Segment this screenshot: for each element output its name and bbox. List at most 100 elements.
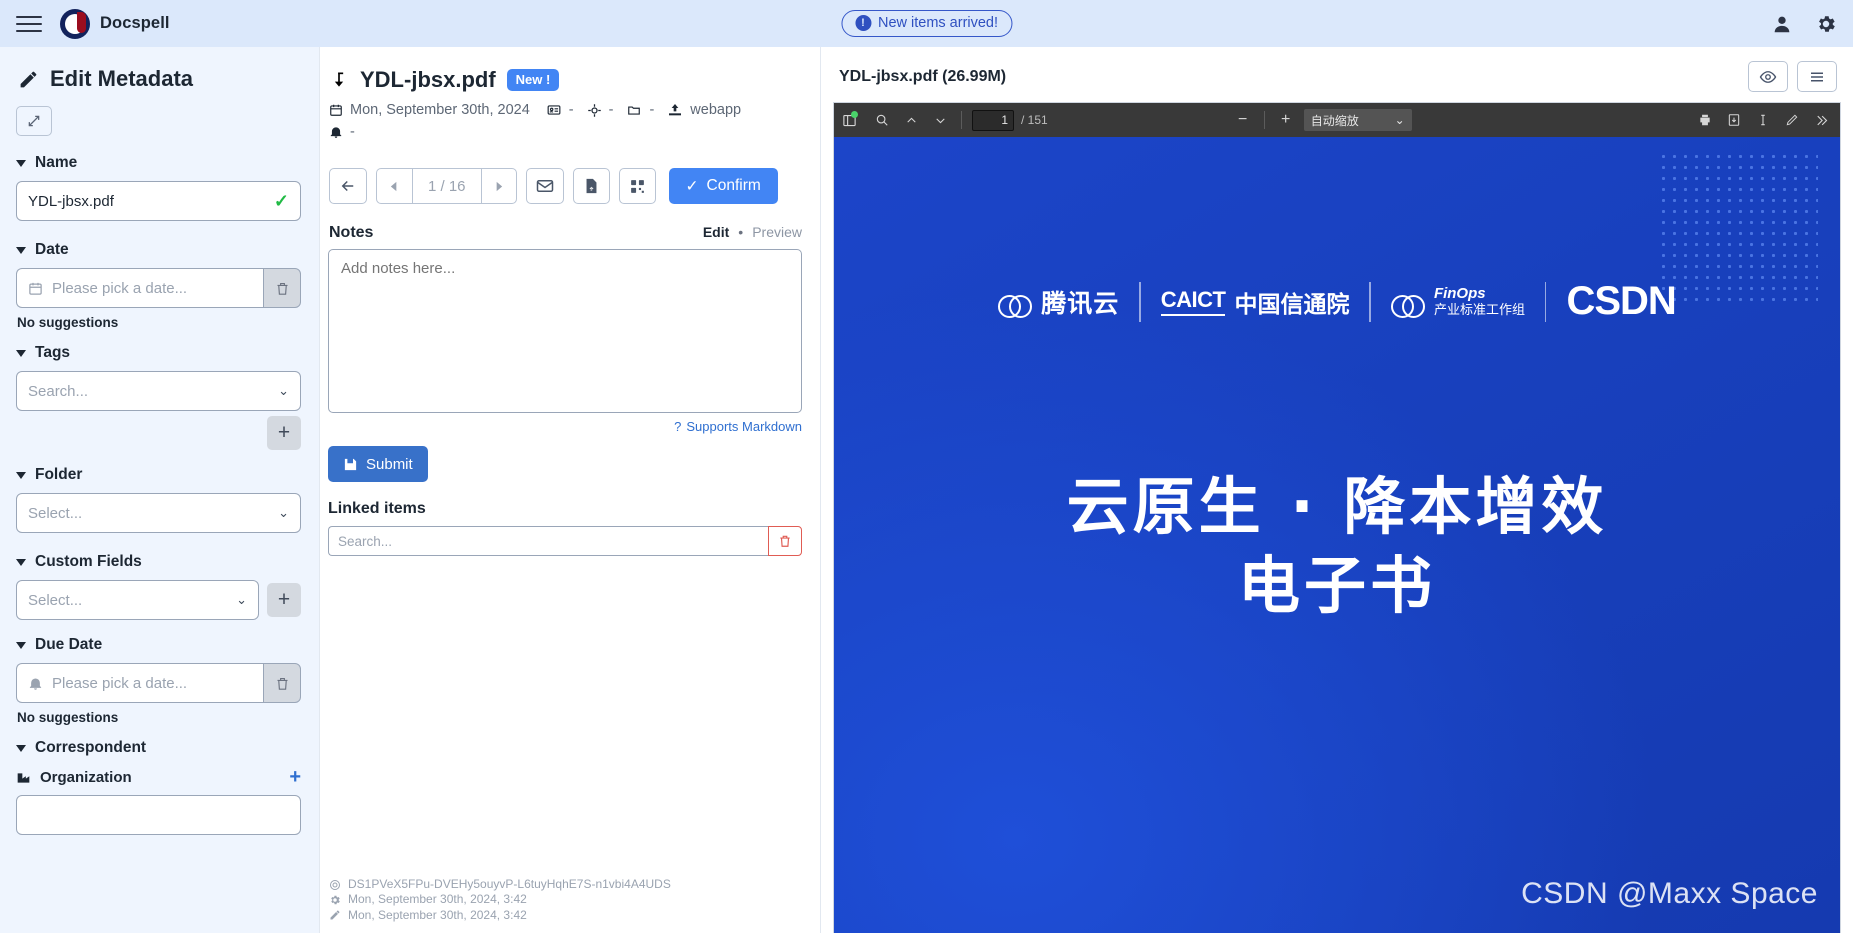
docspell-logo-icon <box>60 8 90 39</box>
next-page-button[interactable] <box>480 168 517 204</box>
name-value: YDL-jbsx.pdf <box>28 192 114 210</box>
date-clear-trash-icon[interactable] <box>263 268 301 308</box>
date-input[interactable]: Please pick a date... <box>16 268 263 308</box>
qr-code-button[interactable] <box>618 168 656 204</box>
add-tag-button[interactable]: + <box>267 416 301 450</box>
sidebar-section-correspondent[interactable]: Correspondent <box>16 739 301 757</box>
section-label-name: Name <box>35 154 78 171</box>
tab-edit[interactable]: Edit <box>703 224 729 240</box>
footer-item-id: DS1PVeX5FPu-DVEHy5ouyvP-L6tuyHqhE7S-n1vb… <box>348 876 671 891</box>
sidebar-section-custom-fields[interactable]: Custom Fields <box>16 553 301 571</box>
submit-label: Submit <box>366 455 413 473</box>
sidebar-section-date[interactable]: Date <box>16 241 301 259</box>
submit-button[interactable]: Submit <box>328 446 428 482</box>
pdf-toolbar: 1 / 151 − + 自动缩放 ⌄ <box>834 103 1840 137</box>
add-organization-button[interactable]: + <box>289 766 301 789</box>
expand-icon[interactable] <box>16 106 52 136</box>
mail-button[interactable] <box>525 168 564 204</box>
linked-items-delete-button[interactable] <box>768 526 802 556</box>
upload-icon <box>667 102 683 118</box>
attachment-upload-button[interactable] <box>572 168 610 204</box>
date-no-suggestions: No suggestions <box>17 315 119 330</box>
hamburger-icon[interactable] <box>16 11 42 37</box>
caret-down-icon <box>16 641 26 649</box>
brand[interactable]: Docspell <box>60 8 170 39</box>
confirm-button[interactable]: ✓ Confirm <box>668 168 778 204</box>
zoom-in-icon[interactable]: + <box>1275 109 1297 131</box>
double-chevron-right-icon[interactable] <box>1810 109 1832 131</box>
tab-separator: • <box>738 224 744 240</box>
download-arrow-icon[interactable] <box>329 69 349 91</box>
folder-select[interactable]: Select... ⌄ <box>16 493 301 533</box>
chevron-up-icon[interactable] <box>900 109 922 131</box>
user-icon[interactable] <box>1771 13 1793 35</box>
add-custom-field-button[interactable]: + <box>267 583 301 617</box>
footer-updated-row: Mon, September 30th, 2024, 3:42 <box>329 908 671 923</box>
sidebar-section-due-date[interactable]: Due Date <box>16 636 301 654</box>
search-icon[interactable] <box>871 109 893 131</box>
eye-icon[interactable] <box>1748 61 1788 92</box>
new-items-notification[interactable]: ! New items arrived! <box>840 10 1013 37</box>
tags-search-input[interactable]: Search... ⌄ <box>16 371 301 411</box>
organization-row: Organization + <box>16 766 301 789</box>
name-input[interactable]: YDL-jbsx.pdf ✓ <box>16 181 301 221</box>
due-date-clear-trash-icon[interactable] <box>263 663 301 703</box>
tencent-cloud-logo: 腾讯云 <box>998 284 1119 320</box>
footer-created-row: Mon, September 30th, 2024, 3:42 <box>329 892 671 907</box>
linked-items-search-input[interactable]: Search... <box>328 526 768 556</box>
footer-updated: Mon, September 30th, 2024, 3:42 <box>348 907 527 922</box>
pdf-zoom-value: 自动缩放 <box>1310 113 1359 128</box>
back-button[interactable] <box>329 168 367 204</box>
notes-input[interactable] <box>328 249 802 413</box>
folder-field-row: Select... ⌄ <box>16 493 301 533</box>
section-label-correspondent: Correspondent <box>35 739 147 756</box>
divider <box>961 111 962 129</box>
sidebar-toggle-icon[interactable] <box>842 109 864 131</box>
check-icon: ✓ <box>273 190 289 211</box>
pagination-group: 1 / 16 <box>376 168 517 204</box>
finops-icon <box>1390 289 1425 318</box>
pdf-total-pages: / 151 <box>1021 113 1048 127</box>
linked-items-row: Search... <box>328 526 802 556</box>
tencent-cloud-icon <box>998 289 1033 318</box>
tab-preview[interactable]: Preview <box>752 224 802 240</box>
bell-icon <box>28 676 43 691</box>
markdown-hint[interactable]: ? Supports Markdown <box>328 419 802 434</box>
top-bar: Docspell ! New items arrived! <box>0 0 1853 47</box>
list-icon[interactable] <box>1797 61 1837 92</box>
pdf-zoom-select[interactable]: 自动缩放 ⌄ <box>1303 109 1412 131</box>
question-icon: ? <box>674 419 682 434</box>
due-date-field-row: Please pick a date... <box>16 663 301 703</box>
gear-icon[interactable] <box>1815 13 1837 35</box>
pdf-logo-strip: 腾讯云 CAICT 中国信通院 FinOps 产业标准工作组 CSDN <box>834 279 1840 324</box>
download-icon[interactable] <box>1723 109 1745 131</box>
date-placeholder: Please pick a date... <box>52 279 188 297</box>
tencent-cloud-label: 腾讯云 <box>1041 289 1120 318</box>
pencil-icon[interactable] <box>1781 109 1803 131</box>
due-date-input[interactable]: Please pick a date... <box>16 663 263 703</box>
pdf-headline: 云原生 · 降本增效 电子书 <box>834 467 1840 626</box>
chevron-down-icon[interactable] <box>929 109 951 131</box>
chevron-down-icon: ⌄ <box>236 592 247 607</box>
sidebar-section-tags[interactable]: Tags <box>16 344 301 362</box>
pdf-file-title: YDL-jbsx.pdf (26.99M) <box>839 67 1007 85</box>
organization-select[interactable] <box>16 795 301 835</box>
linked-items-label: Linked items <box>328 500 426 517</box>
prev-page-button[interactable] <box>376 168 412 204</box>
sidebar-section-folder[interactable]: Folder <box>16 466 301 484</box>
custom-field-select[interactable]: Select... ⌄ <box>16 580 259 620</box>
pdf-page-1: 腾讯云 CAICT 中国信通院 FinOps 产业标准工作组 CSDN 云原生 … <box>834 137 1840 933</box>
footer-metadata: DS1PVeX5FPu-DVEHy5ouyvP-L6tuyHqhE7S-n1vb… <box>329 877 671 923</box>
text-cursor-icon[interactable] <box>1752 109 1774 131</box>
print-icon[interactable] <box>1694 109 1716 131</box>
pdf-canvas[interactable]: 腾讯云 CAICT 中国信通院 FinOps 产业标准工作组 CSDN 云原生 … <box>834 137 1840 933</box>
zoom-out-icon[interactable]: − <box>1232 109 1254 131</box>
folder-icon <box>626 103 642 117</box>
chevron-down-icon: ⌄ <box>1394 113 1405 127</box>
sidebar-section-name[interactable]: Name <box>16 154 301 172</box>
target-icon <box>329 879 341 891</box>
due-date-no-suggestions: No suggestions <box>17 710 119 725</box>
pdf-page-input[interactable]: 1 <box>972 109 1014 131</box>
divider <box>1544 281 1547 322</box>
